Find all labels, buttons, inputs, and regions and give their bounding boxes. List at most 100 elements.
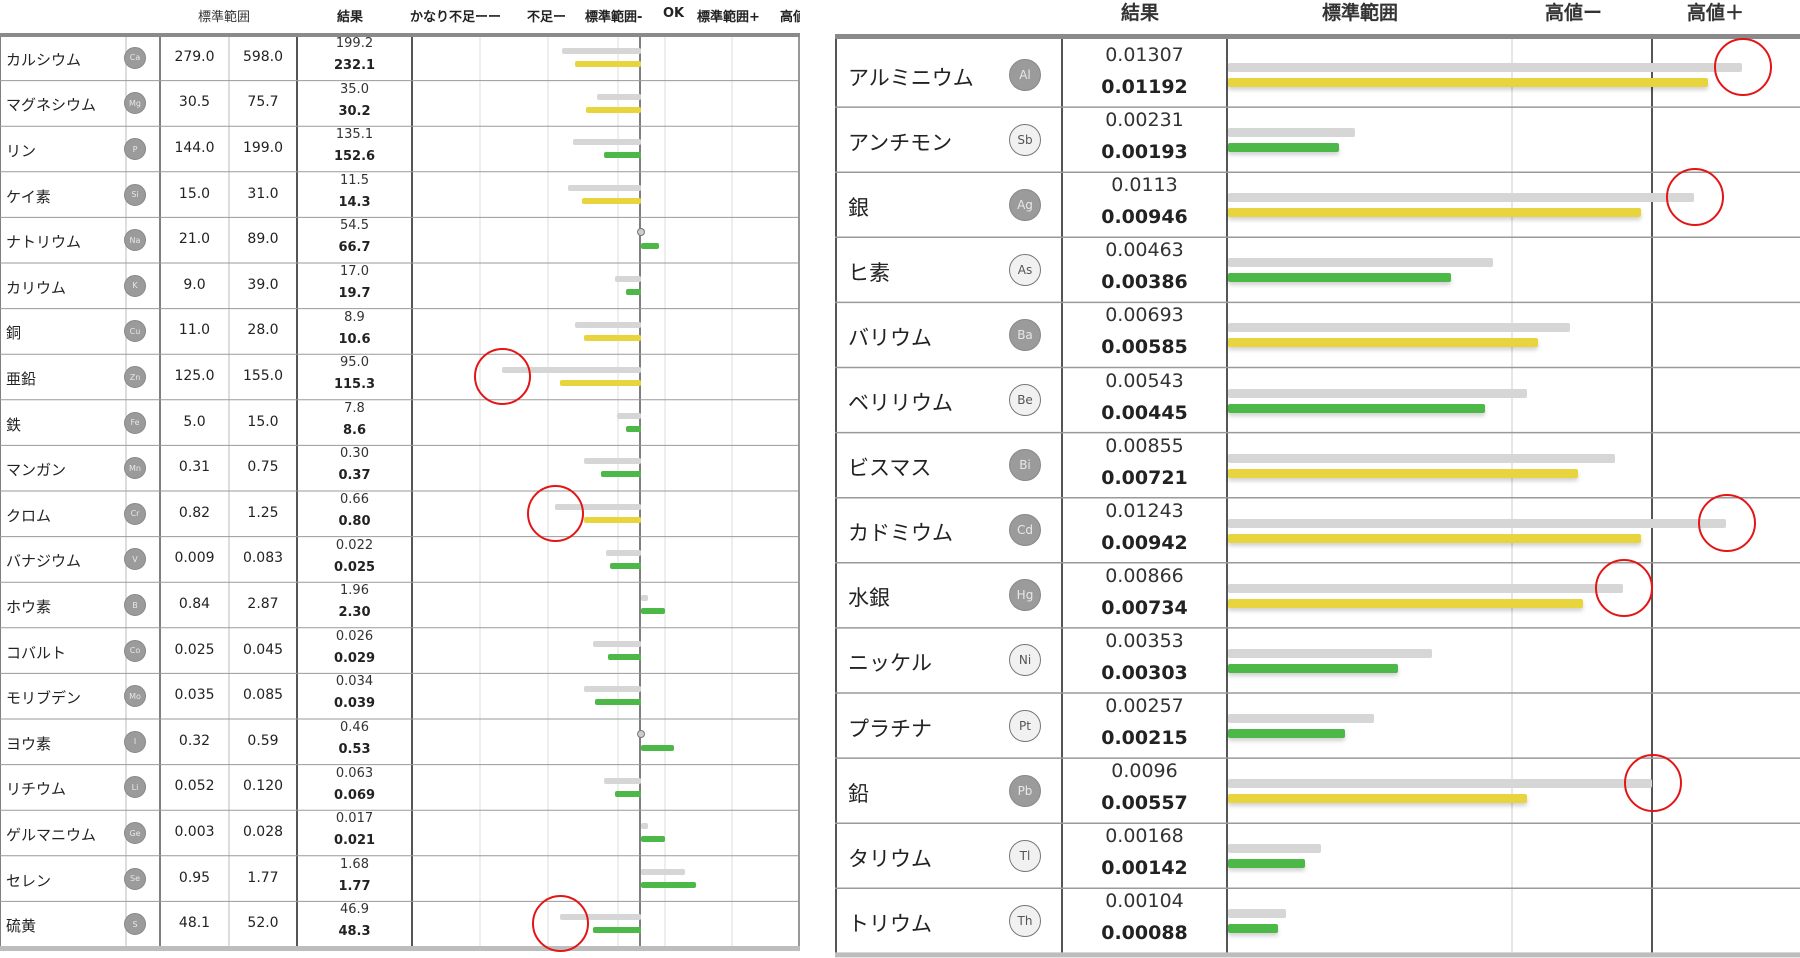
- previous-value: 0.00168: [1105, 825, 1184, 848]
- element-name: 銀: [848, 195, 869, 220]
- alert-circle: [1698, 493, 1757, 552]
- current-value: 2.30: [338, 605, 371, 621]
- current-bar: [610, 562, 641, 569]
- current-bar: [1228, 663, 1398, 673]
- previous-bar: [1228, 63, 1743, 72]
- previous-bar: [1228, 714, 1374, 723]
- previous-bar: [1228, 518, 1727, 528]
- range-low: 48.1: [178, 915, 211, 932]
- current-bar: [581, 197, 641, 204]
- element-symbol-badge: Ba: [1009, 318, 1041, 351]
- current-value: 0.53: [338, 742, 371, 757]
- element-name: ビスマス: [848, 456, 932, 481]
- current-value: 0.01192: [1101, 76, 1188, 98]
- element-symbol-badge: Sb: [1009, 123, 1041, 156]
- element-name: ケイ素: [6, 187, 51, 206]
- element-symbol-badge: K: [124, 274, 146, 297]
- current-value: 0.00215: [1101, 727, 1188, 749]
- previous-bar: [641, 595, 648, 602]
- previous-bar: [614, 276, 641, 282]
- alert-circle: [1624, 754, 1682, 813]
- element-symbol-badge: Ge: [124, 822, 146, 844]
- range-high: 199.0: [242, 140, 284, 156]
- previous-value: 0.30: [340, 446, 369, 462]
- range-high: 0.59: [247, 732, 279, 749]
- current-value: 0.00142: [1101, 857, 1188, 880]
- range-low: 11.0: [178, 322, 211, 339]
- range-low: 0.035: [174, 687, 215, 704]
- range-high: 0.120: [242, 778, 284, 795]
- element-symbol-badge: Th: [1009, 904, 1041, 937]
- previous-bar: [1228, 323, 1570, 333]
- range-high: 2.87: [247, 596, 279, 612]
- previous-bar: [1228, 193, 1695, 203]
- alert-circle: [527, 485, 585, 542]
- previous-value: 8.9: [344, 309, 365, 325]
- element-name: カリウム: [6, 278, 67, 297]
- previous-bar: [1228, 648, 1433, 658]
- previous-bar: [592, 640, 641, 647]
- element-symbol-badge: Al: [1009, 58, 1041, 91]
- element-name: モリブデン: [6, 689, 82, 708]
- current-value: 0.069: [333, 787, 376, 803]
- current-value: 0.00557: [1101, 792, 1188, 815]
- range-high: 0.085: [242, 687, 284, 704]
- current-bar: [575, 61, 641, 67]
- current-value: 0.80: [338, 514, 371, 529]
- range-high: 15.0: [247, 413, 279, 430]
- previous-value: 0.00543: [1105, 369, 1184, 392]
- previous-value: 0.026: [335, 628, 374, 644]
- previous-bar: [1228, 258, 1493, 268]
- current-bar: [614, 790, 641, 797]
- current-bar: [1228, 924, 1279, 934]
- element-name: カドミウム: [848, 521, 953, 546]
- current-bar: [1228, 794, 1528, 804]
- previous-bar: [603, 777, 641, 784]
- previous-value: 95.0: [340, 355, 369, 371]
- range-low: 9.0: [183, 276, 206, 293]
- range-high: 0.028: [242, 824, 284, 840]
- current-bar: [1228, 468, 1578, 478]
- previous-value: 11.5: [340, 172, 369, 188]
- range-high: 1.25: [247, 504, 279, 521]
- alert-circle: [1594, 558, 1653, 617]
- element-name: コバルト: [6, 643, 67, 662]
- current-bar: [641, 881, 696, 888]
- current-value: 0.00386: [1101, 271, 1188, 294]
- previous-value: 135.1: [335, 127, 374, 143]
- previous-value: 46.9: [340, 902, 369, 918]
- previous-value: 1.96: [340, 583, 369, 599]
- range-high: 28.0: [247, 322, 279, 339]
- element-name: トリウム: [848, 911, 932, 936]
- element-symbol-badge: P: [124, 138, 146, 160]
- current-bar: [1228, 208, 1642, 218]
- element-symbol-badge: Pb: [1009, 774, 1041, 807]
- alert-circle: [1714, 38, 1773, 96]
- previous-value: 0.01243: [1105, 499, 1184, 522]
- current-value: 19.7: [338, 286, 371, 301]
- element-name: タリウム: [848, 846, 932, 871]
- element-symbol-badge: Bi: [1009, 449, 1041, 482]
- current-value: 8.6: [342, 422, 367, 438]
- previous-value: 0.00104: [1105, 890, 1184, 913]
- current-value: 0.00734: [1101, 596, 1188, 619]
- current-bar: [625, 425, 641, 432]
- range-low: 0.025: [174, 641, 215, 658]
- header-rule: [835, 34, 1800, 39]
- previous-value: 0.00463: [1105, 239, 1184, 262]
- zero-marker: [637, 730, 645, 738]
- range-high: 31.0: [247, 185, 279, 202]
- range-high: 0.75: [247, 459, 279, 476]
- range-high: 1.77: [247, 869, 279, 886]
- element-symbol-badge: Tl: [1009, 839, 1041, 872]
- current-bar: [1228, 729, 1345, 738]
- element-symbol-badge: As: [1009, 253, 1041, 286]
- previous-bar: [616, 412, 641, 419]
- current-bar: [1228, 78, 1708, 87]
- current-bar: [583, 517, 641, 523]
- current-bar: [1228, 403, 1486, 413]
- previous-value: 0.063: [335, 765, 374, 781]
- current-bar: [594, 699, 641, 706]
- range-high: 75.7: [247, 94, 279, 111]
- current-bar: [1228, 859, 1305, 869]
